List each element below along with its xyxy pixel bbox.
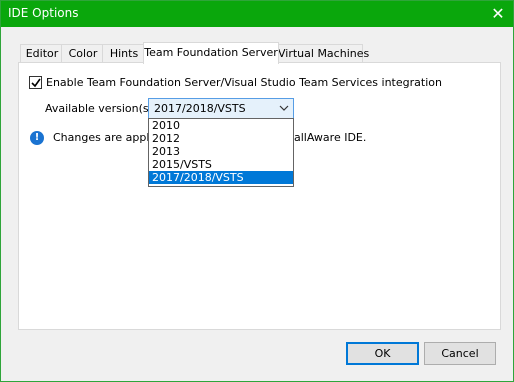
tab-team-foundation-server[interactable]: Team Foundation Server (143, 42, 279, 64)
version-option-2013[interactable]: 2013 (149, 145, 293, 158)
info-icon: ! (30, 131, 44, 145)
close-icon[interactable]: ✕ (483, 1, 513, 27)
version-select-value: 2017/2018/VSTS (154, 102, 246, 115)
tab-editor[interactable]: Editor (20, 44, 64, 63)
version-select[interactable]: 2017/2018/VSTS (148, 98, 294, 119)
title-bar: IDE Options ✕ (1, 1, 513, 27)
version-option-2017-2018-vsts[interactable]: 2017/2018/VSTS (149, 171, 293, 184)
tab-hints[interactable]: Hints (102, 44, 146, 63)
tab-virtual-machines[interactable]: Virtual Machines (277, 44, 369, 63)
window-title: IDE Options (8, 6, 79, 20)
available-versions-label: Available version(s): (45, 102, 157, 115)
tab-color[interactable]: Color (61, 44, 105, 63)
enable-tfs-label[interactable]: Enable Team Foundation Server/Visual Stu… (46, 76, 442, 89)
info-text-right: allAware IDE. (294, 131, 367, 144)
enable-tfs-checkbox[interactable] (29, 76, 42, 89)
checkmark-icon (31, 78, 41, 88)
version-option-2010[interactable]: 2010 (149, 119, 293, 132)
ok-button[interactable]: OK (346, 342, 419, 365)
version-option-2012[interactable]: 2012 (149, 132, 293, 145)
chevron-down-icon (279, 105, 289, 111)
version-dropdown-list[interactable]: 2010 2012 2013 2015/VSTS 2017/2018/VSTS (148, 118, 294, 187)
cancel-button[interactable]: Cancel (424, 342, 496, 365)
version-option-2015-vsts[interactable]: 2015/VSTS (149, 158, 293, 171)
